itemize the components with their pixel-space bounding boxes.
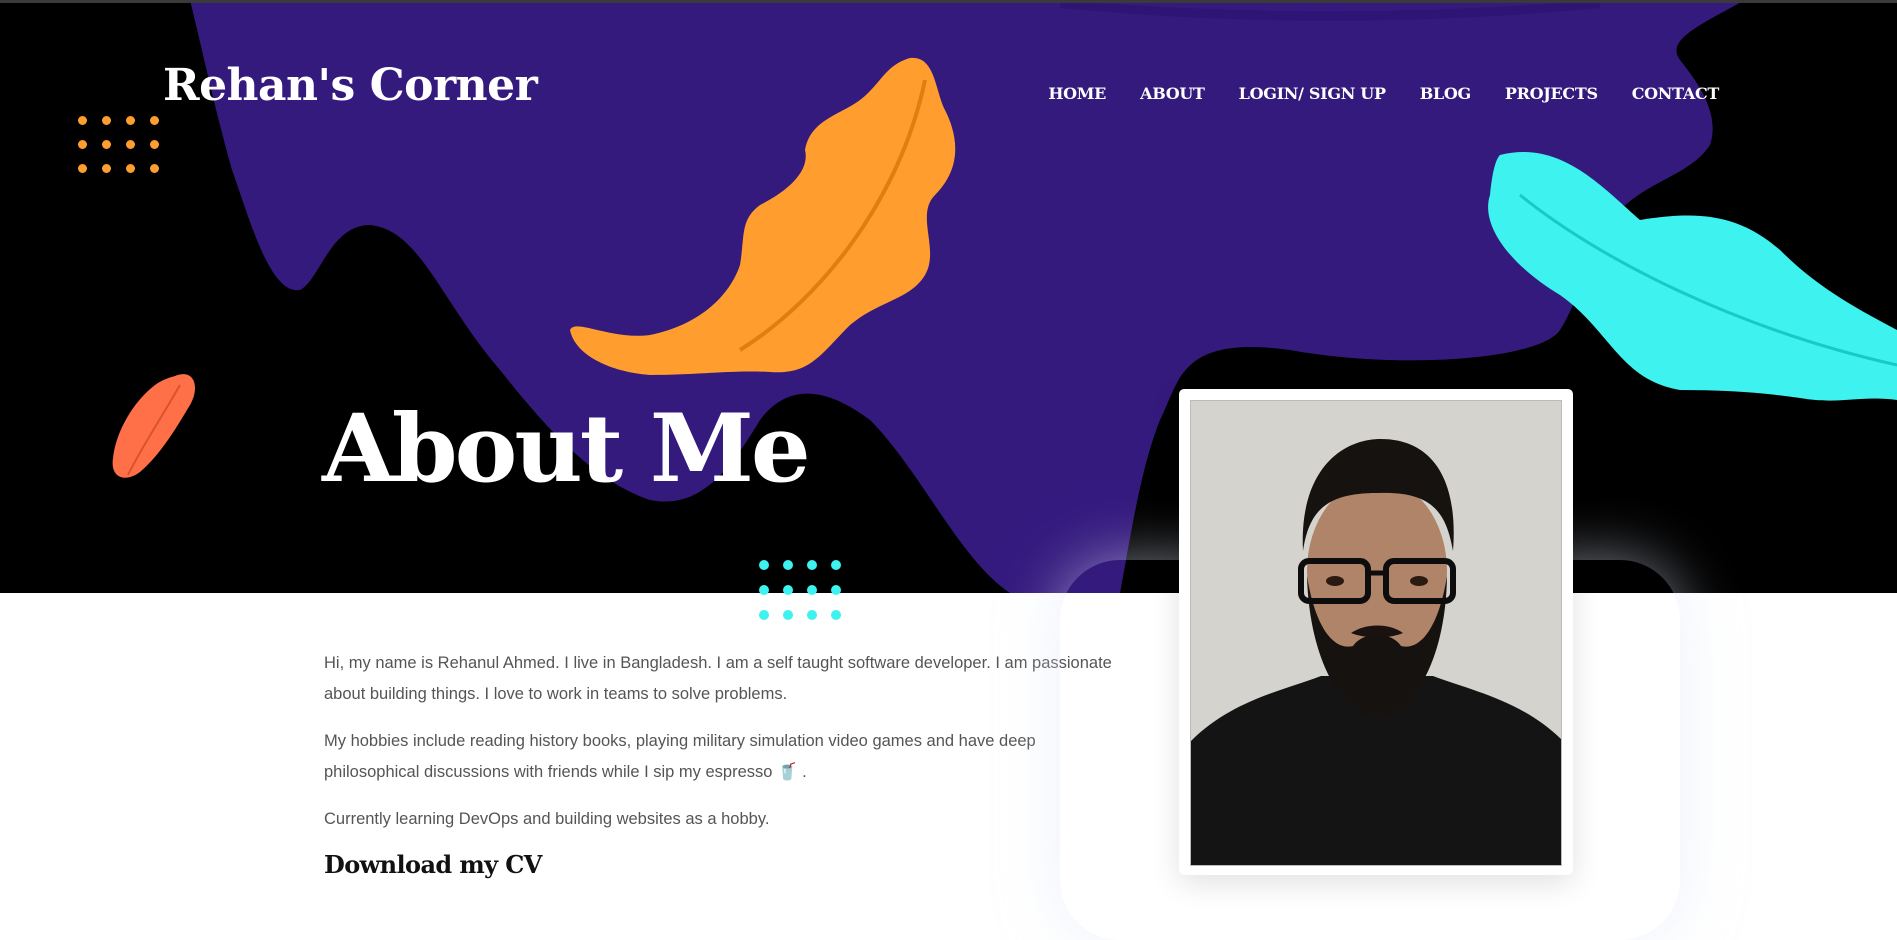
red-leaf-icon [112,374,195,478]
main-nav: HOME ABOUT LOGIN/ SIGN UP BLOG PROJECTS … [1048,84,1719,103]
cyan-leaf-icon [1488,152,1897,401]
about-text: Hi, my name is Rehanul Ahmed. I live in … [324,648,1134,851]
about-paragraph-current: Currently learning DevOps and building w… [324,810,770,828]
profile-photo-card [1179,389,1573,875]
site-brand[interactable]: Rehan's Corner [163,60,538,111]
dot-grid-icon [759,560,841,620]
portrait-photo [1190,400,1562,866]
nav-login-signup[interactable]: LOGIN/ SIGN UP [1239,84,1386,103]
nav-about[interactable]: ABOUT [1140,84,1205,103]
nav-contact[interactable]: CONTACT [1632,84,1720,103]
about-paragraph-hobbies: My hobbies include reading history books… [324,732,1036,781]
about-paragraph-intro: Hi, my name is Rehanul Ahmed. I live in … [324,654,1112,703]
nav-blog[interactable]: BLOG [1420,84,1471,103]
page-title: About Me [322,394,811,504]
nav-projects[interactable]: PROJECTS [1505,84,1598,103]
nav-home[interactable]: HOME [1048,84,1106,103]
download-cv-heading[interactable]: Download my CV [324,850,542,879]
dot-grid-icon [78,116,159,173]
top-border [0,0,1897,3]
hero-banner: Rehan's Corner HOME ABOUT LOGIN/ SIGN UP… [0,0,1897,593]
